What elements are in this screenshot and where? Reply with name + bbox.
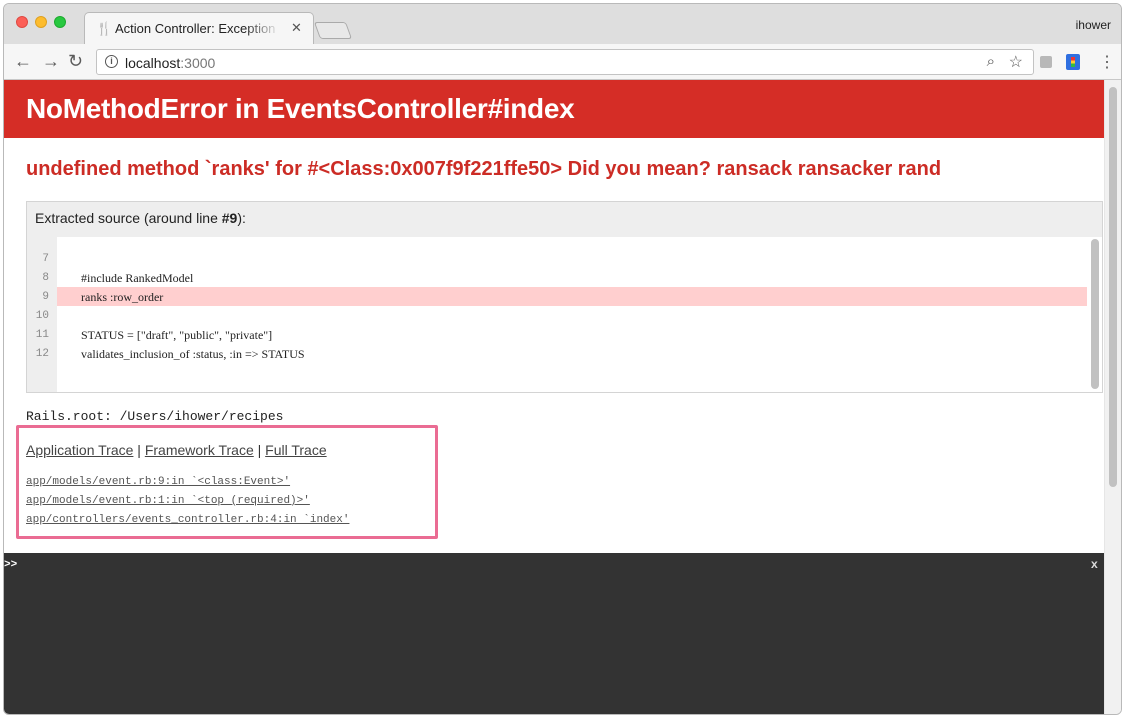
browser-toolbar: ← → ↻ i localhost:3000 ⌕ ☆ ⋮ — [4, 44, 1121, 80]
zoom-window-button[interactable] — [54, 16, 66, 28]
back-arrow-icon[interactable]: ← — [14, 51, 32, 71]
extracted-source: Extracted source (around line #9): 7 8 9… — [26, 201, 1103, 393]
url-text[interactable]: localhost:3000 — [125, 55, 215, 71]
profile-name[interactable]: ihower — [1076, 18, 1111, 32]
rails-root: Rails.root: /Users/ihower/recipes — [26, 409, 284, 424]
code-block: 7 8 9 10 11 12 #include RankedModel rank… — [27, 237, 1102, 392]
minimize-window-button[interactable] — [35, 16, 47, 28]
line-number: 9 — [42, 291, 49, 303]
console-close-button[interactable]: x — [1091, 558, 1098, 572]
console-prompt[interactable]: >> — [4, 559, 17, 571]
error-message: undefined method `ranks' for #<Class:0x0… — [26, 158, 942, 180]
forward-arrow-icon[interactable]: → — [42, 51, 60, 71]
framework-trace-link[interactable]: Framework Trace — [145, 442, 254, 458]
separator: | — [137, 442, 141, 458]
new-tab-button[interactable] — [313, 22, 353, 39]
trace-frame-link[interactable]: app/models/event.rb:1:in `<top (required… — [26, 492, 349, 511]
source-caption: Extracted source (around line #9): — [35, 210, 246, 226]
line-number: 11 — [35, 329, 49, 341]
tab-close-icon[interactable]: ✕ — [291, 20, 302, 36]
tab-bar: 🍴 Action Controller: Exception caught ✕ … — [4, 4, 1121, 44]
code-line: #include RankedModel — [81, 271, 194, 285]
scrollbar-thumb[interactable] — [1109, 87, 1117, 487]
trace-links: Application Trace | Framework Trace | Fu… — [26, 442, 327, 458]
info-icon[interactable]: i — [105, 55, 118, 68]
web-console[interactable]: >> x — [4, 553, 1104, 714]
line-number: 10 — [35, 310, 49, 322]
browser-window: 🍴 Action Controller: Exception caught ✕ … — [3, 3, 1122, 715]
full-trace-link[interactable]: Full Trace — [265, 442, 326, 458]
trace-frames: app/models/event.rb:9:in `<class:Event>'… — [26, 473, 349, 530]
extension-icon[interactable] — [1040, 56, 1052, 68]
fork-knife-icon: 🍴 — [96, 21, 113, 36]
code-line: STATUS = ["draft", "public", "private"] — [81, 328, 273, 342]
code-line: ranks :row_order — [81, 290, 164, 304]
line-number: 7 — [42, 253, 49, 265]
page-title: NoMethodError in EventsController#index — [26, 93, 575, 124]
page-scrollbar[interactable] — [1104, 80, 1121, 714]
code-scrollbar[interactable] — [1091, 239, 1099, 389]
line-number: 8 — [42, 272, 49, 284]
tab-active[interactable]: 🍴 Action Controller: Exception caught ✕ — [84, 12, 314, 44]
error-header: NoMethodError in EventsController#index — [4, 80, 1104, 138]
zoom-icon[interactable]: ⌕ — [987, 53, 995, 70]
separator: | — [257, 442, 262, 458]
application-trace-link[interactable]: Application Trace — [26, 442, 133, 458]
close-window-button[interactable] — [16, 16, 28, 28]
reload-icon[interactable]: ↻ — [68, 51, 83, 71]
page-content: NoMethodError in EventsController#index … — [4, 80, 1104, 714]
menu-kebab-icon[interactable]: ⋮ — [1099, 52, 1115, 72]
extension-bookmark-icon[interactable] — [1066, 54, 1080, 70]
highlighted-line — [57, 287, 1087, 306]
code-line: validates_inclusion_of :status, :in => S… — [81, 347, 305, 361]
trace-frame-link[interactable]: app/models/event.rb:9:in `<class:Event>' — [26, 473, 349, 492]
trace-frame-link[interactable]: app/controllers/events_controller.rb:4:i… — [26, 511, 349, 530]
line-number: 12 — [35, 348, 49, 360]
address-bar[interactable]: i localhost:3000 ⌕ ☆ — [96, 49, 1034, 75]
bookmark-star-icon[interactable]: ☆ — [1009, 52, 1023, 72]
